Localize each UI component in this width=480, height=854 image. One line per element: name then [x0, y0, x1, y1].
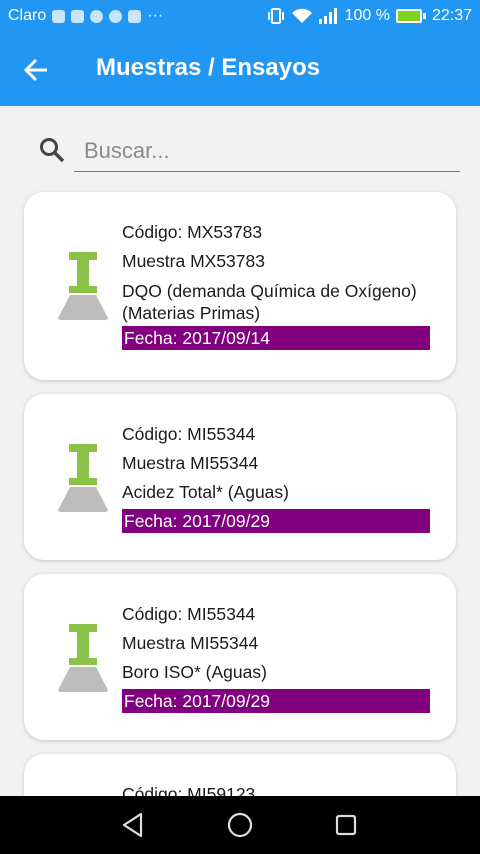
app-bar: Muestras / Ensayos — [0, 32, 480, 106]
test-name: Boro ISO* (Aguas) — [122, 662, 267, 682]
battery-percent: 100 % — [344, 7, 390, 24]
sample-card[interactable]: Código: MI59123 — [24, 754, 456, 796]
status-left: Claro ··· — [8, 7, 163, 25]
messenger-notification-icon — [109, 9, 123, 23]
flask-icon — [58, 252, 108, 320]
carrier-label: Claro — [8, 7, 47, 24]
sample-card[interactable]: Código: MI55344 Muestra MI55344 Acidez T… — [24, 394, 456, 560]
sample-code: Código: MI55344 — [122, 604, 256, 624]
test-name: Acidez Total* (Aguas) — [122, 482, 289, 502]
flask-icon — [58, 624, 108, 692]
page-title: Muestras / Ensayos — [96, 54, 321, 81]
gallery-notification-icon — [52, 9, 66, 23]
sample-card[interactable]: Código: MX53783 Muestra MX53783 DQO (dem… — [24, 192, 456, 380]
wifi-icon — [291, 8, 312, 23]
test-name: DQO (demanda Química de Oxígeno) (Materi… — [122, 281, 417, 323]
sample-code: Código: MI59123 — [122, 784, 256, 796]
card-text: Código: MI55344 Muestra MI55344 Boro ISO… — [122, 600, 430, 713]
system-nav-bar — [0, 796, 480, 854]
avatar-notification-icon — [128, 9, 142, 23]
status-right: 100 % 22:37 — [267, 7, 472, 25]
card-text: Código: MI59123 — [122, 780, 430, 796]
nav-recents-icon[interactable] — [329, 808, 363, 842]
date-badge: Fecha: 2017/09/14 — [122, 326, 430, 350]
date-badge: Fecha: 2017/09/29 — [122, 509, 430, 533]
clock: 22:37 — [431, 7, 472, 24]
search-icon — [40, 138, 65, 163]
sample-name: Muestra MI55344 — [122, 453, 259, 473]
card-text: Código: MI55344 Muestra MI55344 Acidez T… — [122, 420, 430, 533]
sample-code: Código: MX53783 — [122, 222, 263, 242]
date-badge: Fecha: 2017/09/29 — [122, 689, 430, 713]
signal-icon — [318, 8, 337, 24]
search-bar — [38, 130, 460, 176]
card-text: Código: MX53783 Muestra MX53783 DQO (dem… — [122, 218, 430, 350]
sample-list-container[interactable]: Código: MX53783 Muestra MX53783 DQO (dem… — [0, 106, 480, 796]
sample-name: Muestra MI55344 — [122, 633, 259, 653]
arrow-left-icon[interactable] — [22, 56, 50, 84]
search-input[interactable] — [74, 130, 460, 172]
sample-code: Código: MI55344 — [122, 424, 256, 444]
battery-icon — [395, 9, 426, 23]
nav-back-icon[interactable] — [117, 808, 151, 842]
more-notifications-indicator: ··· — [147, 7, 164, 24]
usb-notification-icon — [71, 9, 85, 23]
google-notification-icon — [90, 9, 104, 23]
status-bar: Claro ··· 100 % 22:37 — [0, 0, 480, 32]
flask-icon — [58, 444, 108, 512]
sample-card[interactable]: Código: MI55344 Muestra MI55344 Boro ISO… — [24, 574, 456, 740]
sample-name: Muestra MX53783 — [122, 251, 265, 271]
vibrate-icon — [267, 8, 284, 24]
nav-home-icon[interactable] — [223, 808, 257, 842]
